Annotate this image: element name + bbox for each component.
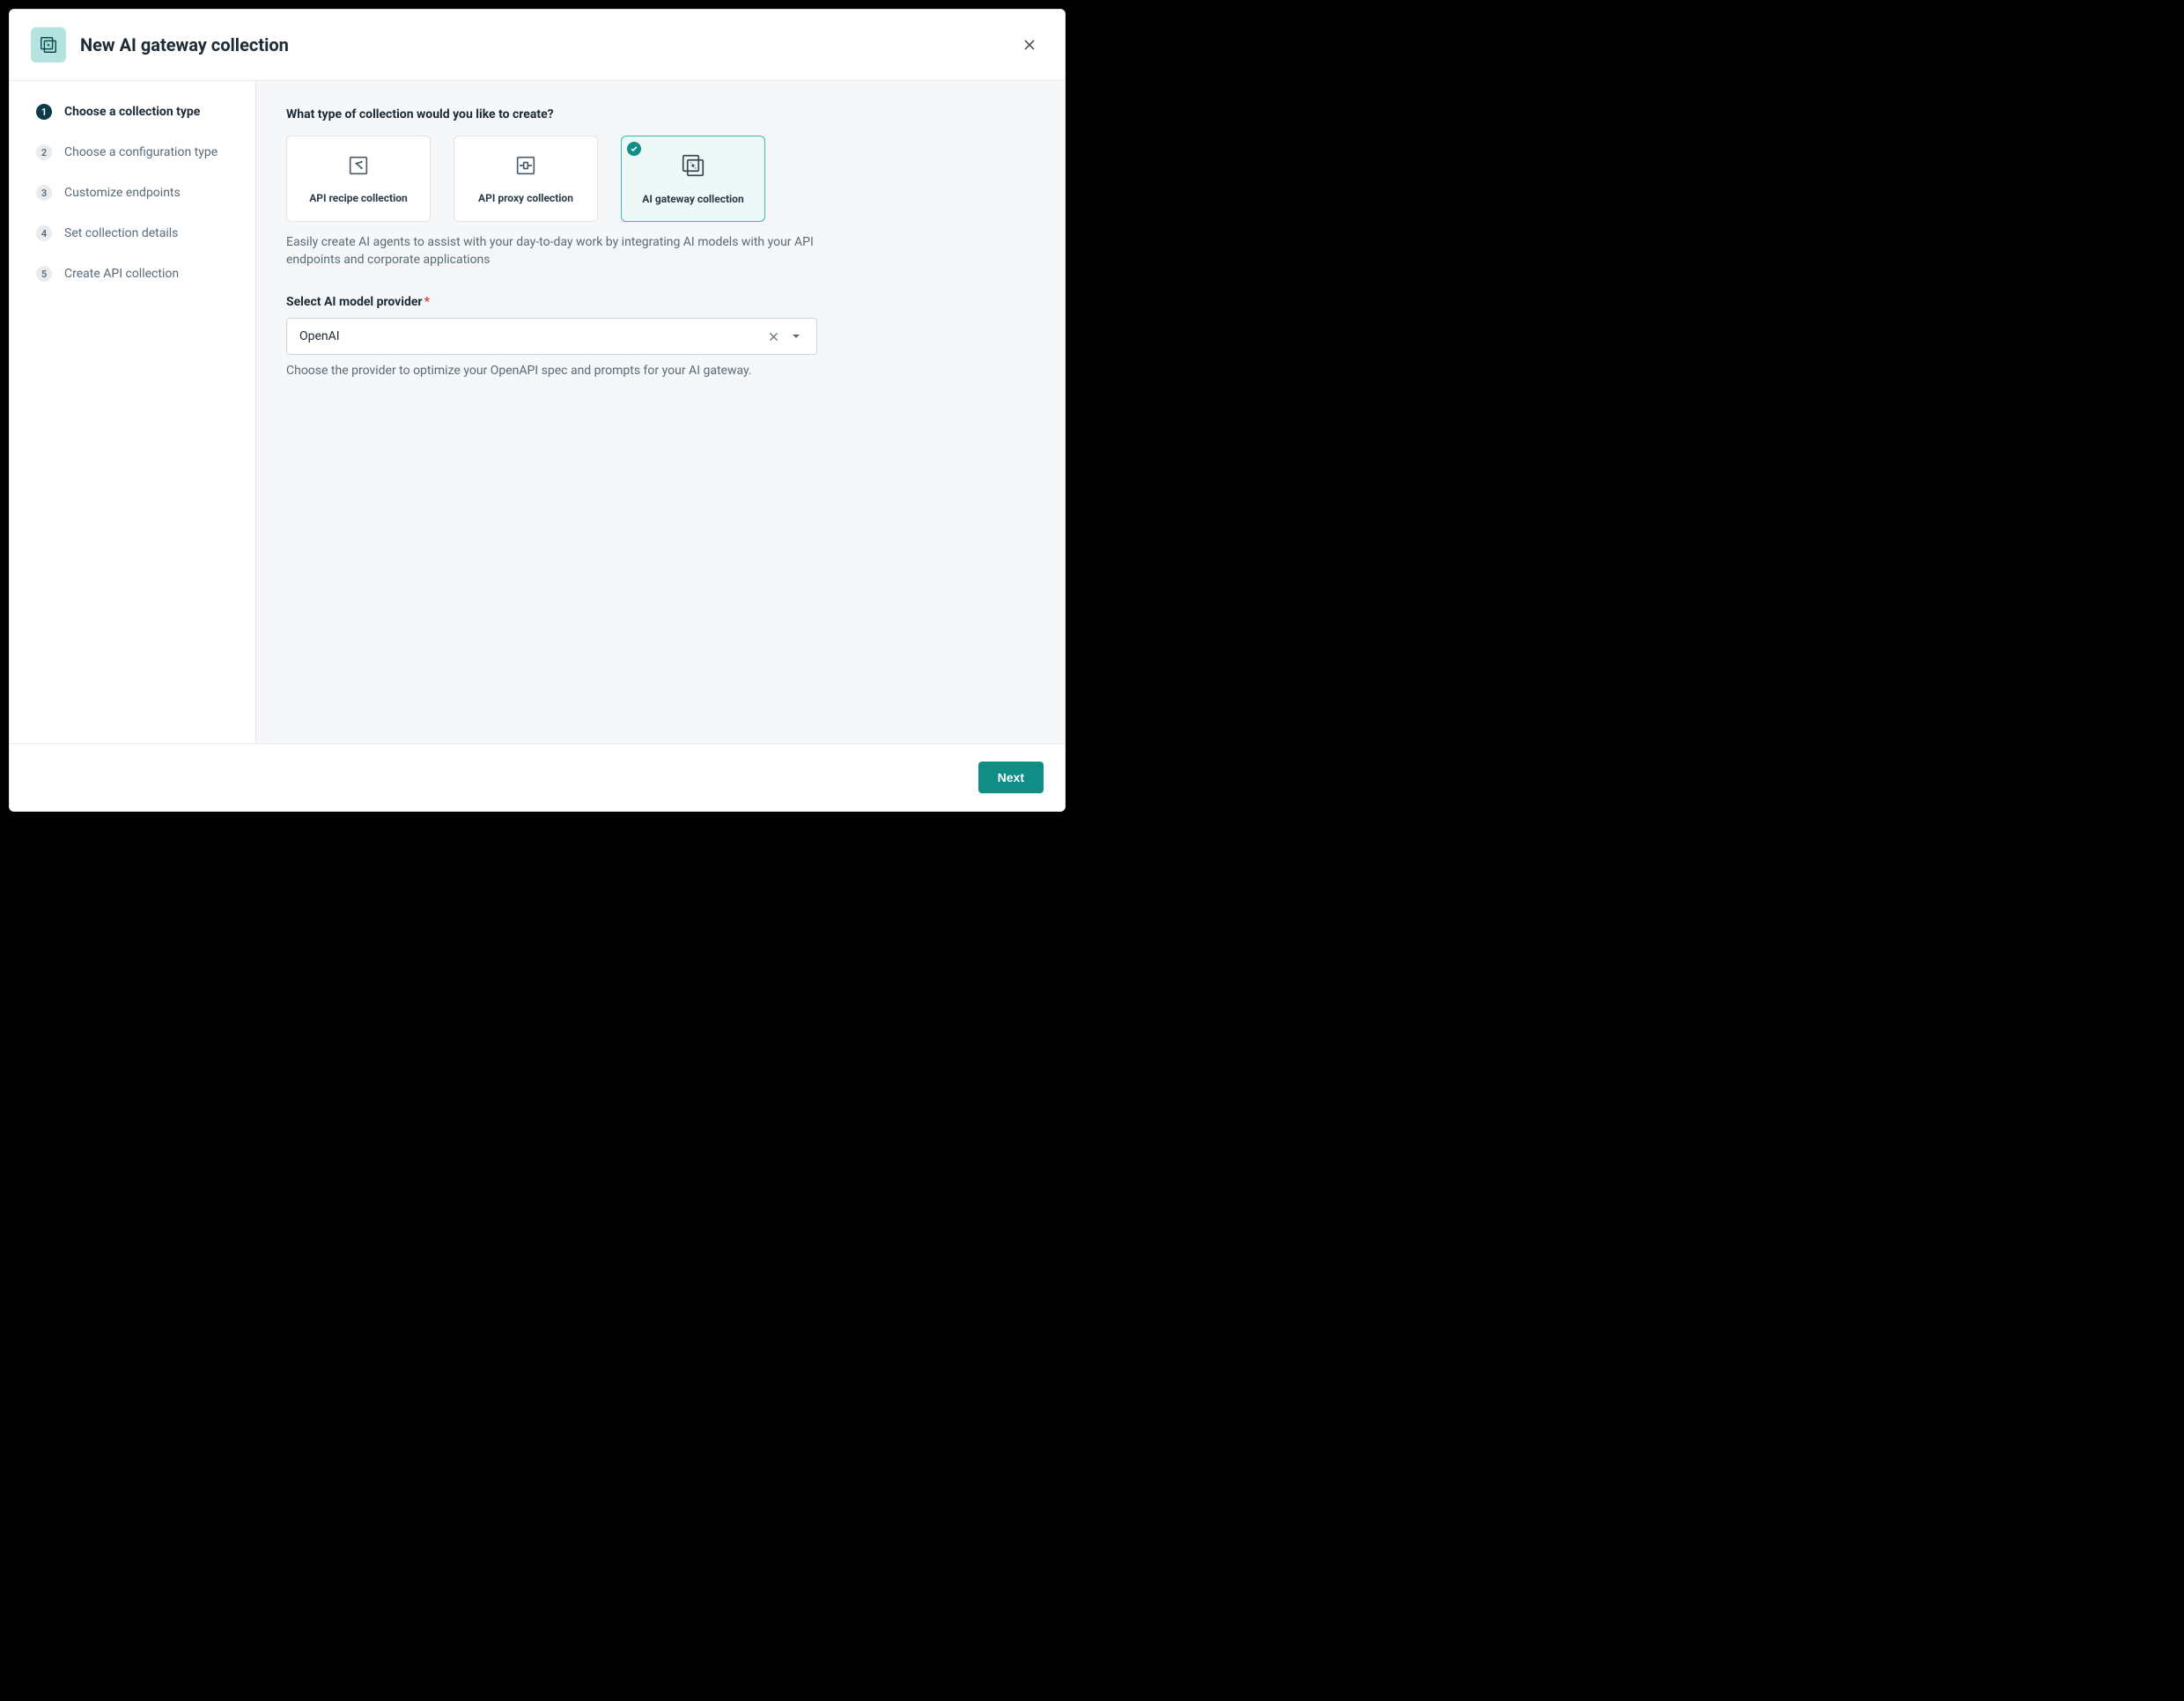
step-number: 1 bbox=[36, 104, 52, 120]
step-number: 2 bbox=[36, 144, 52, 160]
provider-dropdown-toggle[interactable] bbox=[785, 325, 808, 348]
provider-clear-button[interactable] bbox=[762, 325, 785, 348]
ai-gateway-icon bbox=[31, 27, 66, 63]
step-label: Set collection details bbox=[64, 226, 178, 240]
wizard-steps: 1 Choose a collection type 2 Choose a co… bbox=[10, 81, 256, 743]
step-choose-configuration-type[interactable]: 2 Choose a configuration type bbox=[36, 144, 231, 160]
check-icon bbox=[630, 144, 638, 153]
card-label: API proxy collection bbox=[478, 192, 573, 204]
step-number: 3 bbox=[36, 185, 52, 201]
next-button[interactable]: Next bbox=[978, 762, 1044, 793]
step-set-collection-details[interactable]: 4 Set collection details bbox=[36, 225, 231, 241]
collection-type-question: What type of collection would you like t… bbox=[286, 107, 1035, 122]
card-label: API recipe collection bbox=[309, 192, 408, 204]
proxy-icon bbox=[513, 153, 538, 181]
collection-type-cards: API recipe collection API proxy collecti… bbox=[286, 136, 1035, 222]
selected-badge bbox=[627, 142, 641, 156]
provider-select[interactable]: OpenAI bbox=[286, 318, 817, 355]
step-choose-collection-type[interactable]: 1 Choose a collection type bbox=[36, 104, 231, 120]
step-number: 4 bbox=[36, 225, 52, 241]
ai-gateway-card-icon bbox=[680, 152, 706, 182]
step-label: Choose a collection type bbox=[64, 105, 200, 119]
clear-icon bbox=[768, 331, 779, 342]
provider-helper-text: Choose the provider to optimize your Ope… bbox=[286, 364, 1035, 378]
card-api-proxy-collection[interactable]: API proxy collection bbox=[454, 136, 598, 222]
step-customize-endpoints[interactable]: 3 Customize endpoints bbox=[36, 185, 231, 201]
card-api-recipe-collection[interactable]: API recipe collection bbox=[286, 136, 431, 222]
dialog-footer: Next bbox=[10, 743, 1065, 811]
step-create-api-collection[interactable]: 5 Create API collection bbox=[36, 266, 231, 282]
close-icon bbox=[1022, 38, 1037, 52]
caret-down-icon bbox=[791, 331, 801, 342]
recipe-icon bbox=[346, 153, 371, 181]
step-label: Create API collection bbox=[64, 267, 179, 281]
dialog-header: New AI gateway collection bbox=[10, 10, 1065, 81]
card-ai-gateway-collection[interactable]: AI gateway collection bbox=[621, 136, 765, 222]
provider-field-label: Select AI model provider* bbox=[286, 295, 1035, 309]
dialog-title: New AI gateway collection bbox=[80, 34, 289, 55]
step-number: 5 bbox=[36, 266, 52, 282]
step-label: Customize endpoints bbox=[64, 186, 181, 200]
close-button[interactable] bbox=[1015, 31, 1044, 59]
collection-type-description: Easily create AI agents to assist with y… bbox=[286, 234, 815, 269]
provider-select-value: OpenAI bbox=[299, 329, 762, 343]
new-collection-dialog: New AI gateway collection 1 Choose a col… bbox=[9, 9, 1066, 812]
required-asterisk: * bbox=[424, 295, 430, 309]
main-panel: What type of collection would you like t… bbox=[256, 81, 1065, 743]
card-label: AI gateway collection bbox=[642, 193, 743, 205]
dialog-body: 1 Choose a collection type 2 Choose a co… bbox=[10, 81, 1065, 743]
step-label: Choose a configuration type bbox=[64, 145, 218, 159]
